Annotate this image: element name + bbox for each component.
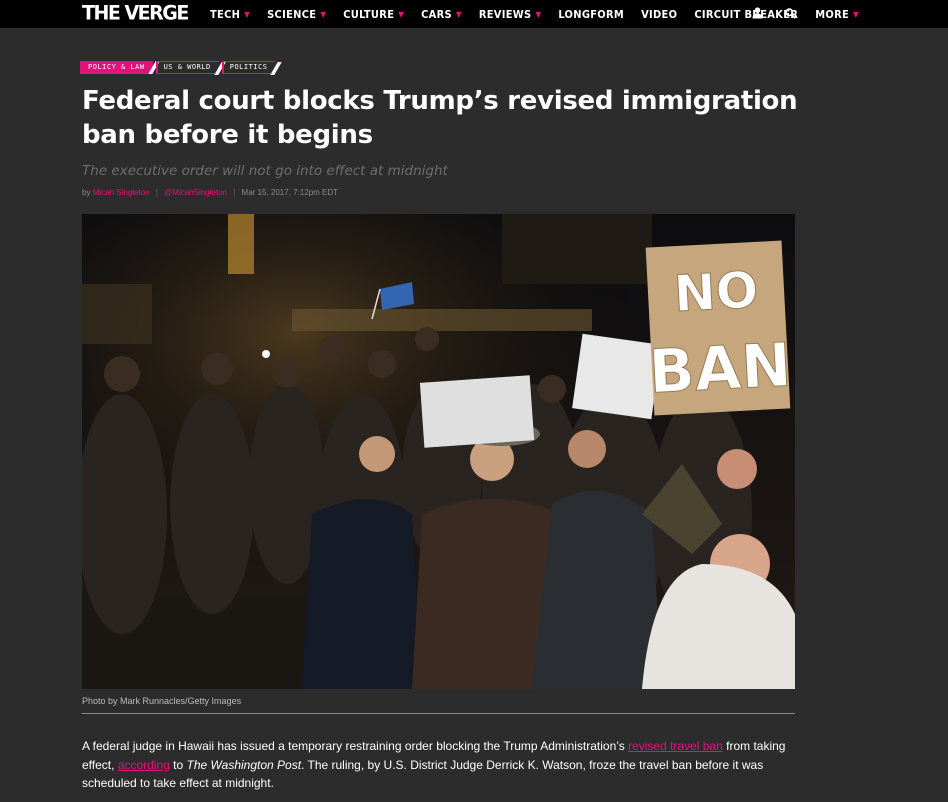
body-text: to: [169, 757, 187, 772]
revised-travel-ban-link[interactable]: revised travel ban: [628, 739, 723, 753]
nav-item-science[interactable]: SCIENCE ▼: [267, 8, 326, 21]
verge-logo[interactable]: THE VERGE: [82, 1, 189, 24]
nav-item-longform[interactable]: LONGFORM: [558, 8, 624, 21]
byline: by Micah Singleton | @MicahSingleton | M…: [82, 188, 338, 197]
article-subhead: The executive order will not go into eff…: [82, 163, 448, 179]
caret-down-icon: ▼: [853, 9, 859, 19]
byline-separator: |: [233, 188, 236, 197]
according-link[interactable]: according: [118, 758, 170, 772]
photo-caption: Photo by Mark Runnacles/Getty Images: [82, 696, 242, 706]
nav-item-label: SCIENCE: [267, 7, 317, 21]
byline-separator: |: [155, 188, 158, 197]
nav-item-tech[interactable]: TECH ▼: [210, 8, 250, 21]
user-icon[interactable]: [750, 5, 764, 21]
author-link[interactable]: Micah Singleton: [93, 188, 150, 197]
nav-item-label: CULTURE: [343, 7, 395, 21]
nav-item-more[interactable]: MORE ▼: [815, 8, 859, 21]
nav-item-video[interactable]: VIDEO: [641, 8, 677, 21]
caret-down-icon: ▼: [398, 9, 405, 19]
top-nav: THE VERGE TECH ▼ SCIENCE ▼ CULTURE ▼ CARS ▼ …: [0, 0, 948, 28]
caret-down-icon: ▼: [535, 9, 542, 19]
nav-icons: [750, 5, 816, 21]
article-tags: POLICY & LAW US & WORLD POLITICS: [80, 61, 278, 74]
divider: [82, 713, 795, 714]
tag-label: POLICY & LAW: [88, 63, 145, 71]
tag-us-world[interactable]: US & WORLD: [155, 61, 219, 74]
tag-label: US & WORLD: [163, 63, 211, 71]
caret-down-icon: ▼: [244, 9, 251, 19]
sign-text-ban: BAN: [647, 330, 793, 407]
nav-item-cars[interactable]: CARS ▼: [421, 8, 462, 21]
publish-date: Mar 15, 2017, 7:12pm EDT: [241, 188, 339, 197]
search-icon[interactable]: [783, 5, 797, 21]
caret-down-icon: ▼: [455, 9, 462, 19]
tag-label: POLITICS: [229, 63, 268, 71]
lead-photo: NO BAN: [82, 214, 795, 689]
author-twitter-link[interactable]: @MicahSingleton: [164, 188, 227, 197]
nav-item-label: VIDEO: [641, 7, 678, 21]
nav-item-label: REVIEWS: [478, 7, 532, 21]
article-headline: Federal court blocks Trump’s revised imm…: [82, 86, 798, 150]
tag-politics[interactable]: POLITICS: [221, 61, 276, 74]
nav-item-culture[interactable]: CULTURE ▼: [343, 8, 404, 21]
sign-text-no: NO: [672, 261, 759, 323]
nav-item-reviews[interactable]: REVIEWS ▼: [479, 8, 541, 21]
nav-item-label: MORE: [815, 7, 850, 21]
publication-name: The Washington Post: [186, 757, 302, 772]
tag-policy-law[interactable]: POLICY & LAW: [80, 61, 153, 74]
nav-item-label: TECH: [210, 7, 241, 21]
caret-down-icon: ▼: [320, 9, 327, 19]
byline-prefix: by: [82, 188, 91, 197]
nav-item-label: CARS: [421, 7, 452, 21]
article-body-paragraph: A federal judge in Hawaii has issued a t…: [82, 737, 797, 793]
nav-item-label: LONGFORM: [558, 7, 625, 21]
body-text: A federal judge in Hawaii has issued a t…: [82, 739, 629, 753]
